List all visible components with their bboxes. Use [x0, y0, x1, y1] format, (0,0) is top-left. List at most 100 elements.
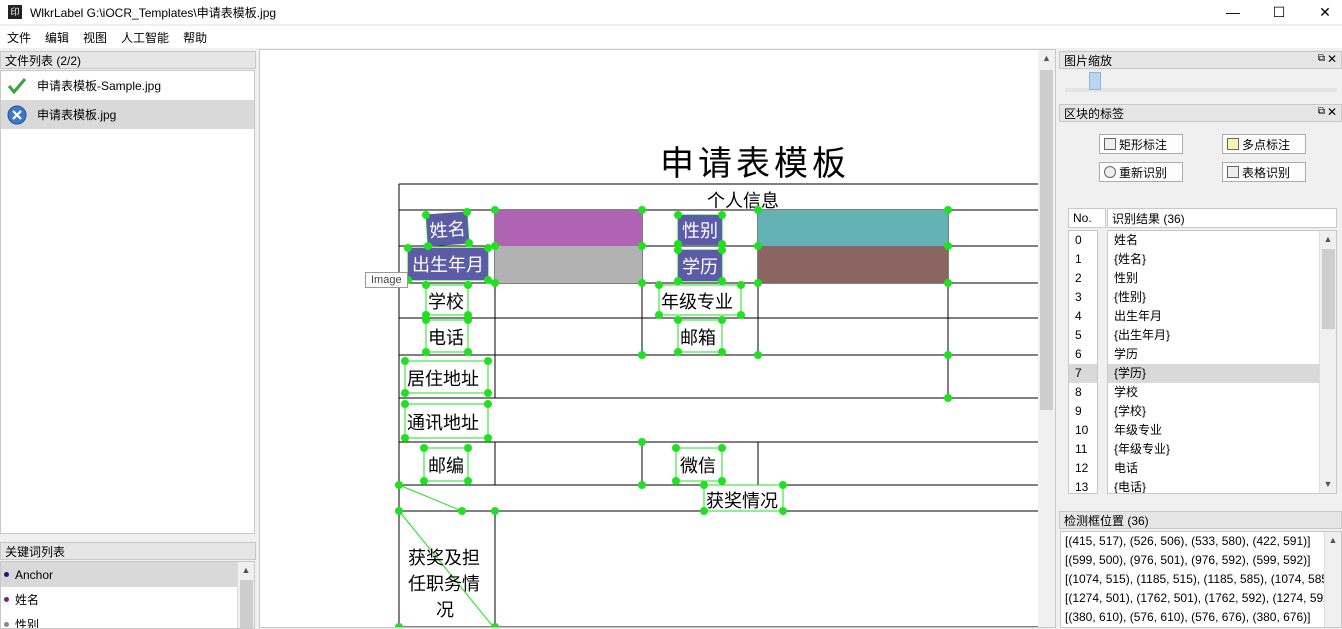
handle-dot[interactable] [655, 311, 663, 319]
rect-label-button[interactable]: 矩形标注 [1099, 134, 1183, 154]
scroll-down-icon[interactable]: ▼ [1320, 476, 1336, 493]
close-button[interactable]: ✕ [1302, 0, 1342, 24]
label-postcode[interactable]: 邮编 [428, 452, 464, 478]
result-no[interactable]: 5 [1069, 326, 1097, 345]
scroll-up-icon[interactable]: ▲ [1038, 50, 1055, 67]
result-item[interactable]: 性别 [1108, 269, 1336, 288]
gender-field-region[interactable] [758, 210, 948, 246]
anchor-name[interactable]: 姓名 [425, 211, 470, 247]
handle-dot[interactable] [638, 438, 646, 446]
label-address[interactable]: 居住地址 [407, 365, 479, 391]
result-item[interactable]: {年级专业} [1108, 440, 1336, 459]
handle-dot[interactable] [638, 242, 646, 250]
table-ocr-button[interactable]: 表格识别 [1222, 162, 1306, 182]
handle-dot[interactable] [638, 279, 646, 287]
menu-help[interactable]: 帮助 [176, 29, 214, 46]
result-no[interactable]: 11 [1069, 440, 1097, 459]
handle-dot[interactable] [754, 206, 762, 214]
handle-dot[interactable] [718, 444, 726, 452]
handle-dot[interactable] [464, 316, 472, 324]
result-no[interactable]: 12 [1069, 459, 1097, 478]
handle-dot[interactable] [491, 242, 499, 250]
result-no[interactable]: 0 [1069, 231, 1097, 250]
handle-dot[interactable] [395, 623, 403, 627]
detect-scrollbar[interactable]: ▲ [1324, 532, 1341, 627]
handle-dot[interactable] [754, 351, 762, 359]
anchor-gender[interactable]: 性别 [678, 215, 722, 245]
handle-dot[interactable] [491, 206, 499, 214]
multipoint-label-button[interactable]: 多点标注 [1222, 134, 1306, 154]
handle-dot[interactable] [737, 311, 745, 319]
scroll-up-icon[interactable]: ▲ [238, 562, 254, 579]
handle-dot[interactable] [484, 389, 492, 397]
menu-ai[interactable]: 人工智能 [114, 29, 176, 46]
handle-dot[interactable] [491, 507, 499, 515]
handle-dot[interactable] [944, 351, 952, 359]
handle-dot[interactable] [672, 444, 680, 452]
close-panel-icon[interactable]: ✕ [1327, 105, 1337, 119]
result-no[interactable]: 10 [1069, 421, 1097, 440]
label-grade-major[interactable]: 年级专业 [661, 288, 733, 314]
handle-dot[interactable] [944, 394, 952, 402]
handle-dot[interactable] [779, 507, 787, 515]
name-field-region[interactable] [495, 210, 642, 246]
handle-dot[interactable] [779, 481, 787, 489]
handle-dot[interactable] [464, 477, 472, 485]
handle-dot[interactable] [401, 357, 409, 365]
handle-dot[interactable] [401, 400, 409, 408]
scroll-thumb[interactable] [1322, 249, 1335, 329]
label-email[interactable]: 邮箱 [680, 324, 716, 350]
handle-dot[interactable] [944, 206, 952, 214]
handle-dot[interactable] [401, 434, 409, 442]
handle-dot[interactable] [718, 348, 726, 356]
file-item[interactable]: 申请表模板.jpg [1, 100, 254, 129]
handle-dot[interactable] [700, 481, 708, 489]
result-item[interactable]: {出生年月} [1108, 326, 1336, 345]
handle-dot[interactable] [491, 279, 499, 287]
result-item[interactable]: 年级专业 [1108, 421, 1336, 440]
handle-dot[interactable] [944, 279, 952, 287]
education-field-region[interactable] [758, 246, 948, 283]
file-item[interactable]: 申请表模板-Sample.jpg [1, 71, 254, 100]
handle-dot[interactable] [700, 507, 708, 515]
label-wechat[interactable]: 微信 [680, 452, 716, 478]
menu-view[interactable]: 视图 [76, 29, 114, 46]
label-awards[interactable]: 获奖情况 [706, 487, 778, 513]
close-panel-icon[interactable]: ✕ [1327, 52, 1337, 66]
handle-dot[interactable] [754, 279, 762, 287]
handle-dot[interactable] [655, 281, 663, 289]
anchor-education[interactable]: 学历 [678, 250, 722, 281]
result-no[interactable]: 13 [1069, 478, 1097, 493]
result-item[interactable]: 电话 [1108, 459, 1336, 478]
scroll-up-icon[interactable]: ▲ [1325, 532, 1341, 549]
result-column-header[interactable]: 识别结果 (36) [1107, 208, 1337, 228]
handle-dot[interactable] [944, 242, 952, 250]
anchor-birth[interactable]: 出生年月 [408, 248, 488, 280]
result-scrollbar[interactable]: ▲ ▼ [1319, 231, 1336, 493]
result-no[interactable]: 2 [1069, 269, 1097, 288]
handle-dot[interactable] [484, 400, 492, 408]
result-no[interactable]: 6 [1069, 345, 1097, 364]
handle-dot[interactable] [422, 316, 430, 324]
float-icon[interactable]: ⧉ [1318, 106, 1325, 117]
maximize-button[interactable]: ☐ [1256, 0, 1302, 24]
keyword-item[interactable]: 姓名 [1, 587, 254, 612]
keyword-item[interactable]: Anchor [1, 562, 254, 587]
zoom-slider[interactable] [1059, 70, 1342, 98]
handle-dot[interactable] [422, 281, 430, 289]
result-item[interactable]: 学历 [1108, 345, 1336, 364]
handle-dot[interactable] [638, 481, 646, 489]
result-no[interactable]: 4 [1069, 307, 1097, 326]
handle-dot[interactable] [458, 507, 466, 515]
result-item[interactable]: 姓名 [1108, 231, 1336, 250]
result-item[interactable]: 出生年月 [1108, 307, 1336, 326]
label-phone[interactable]: 电话 [428, 324, 464, 350]
detect-row[interactable]: [(1074, 515), (1185, 515), (1185, 585), … [1061, 570, 1341, 589]
scroll-thumb[interactable] [240, 580, 253, 628]
handle-dot[interactable] [395, 481, 403, 489]
keyword-item[interactable]: 性别 [1, 612, 254, 628]
label-school[interactable]: 学校 [428, 288, 464, 314]
result-no[interactable]: 3 [1069, 288, 1097, 307]
result-no[interactable]: 8 [1069, 383, 1097, 402]
result-item[interactable]: {性别} [1108, 288, 1336, 307]
